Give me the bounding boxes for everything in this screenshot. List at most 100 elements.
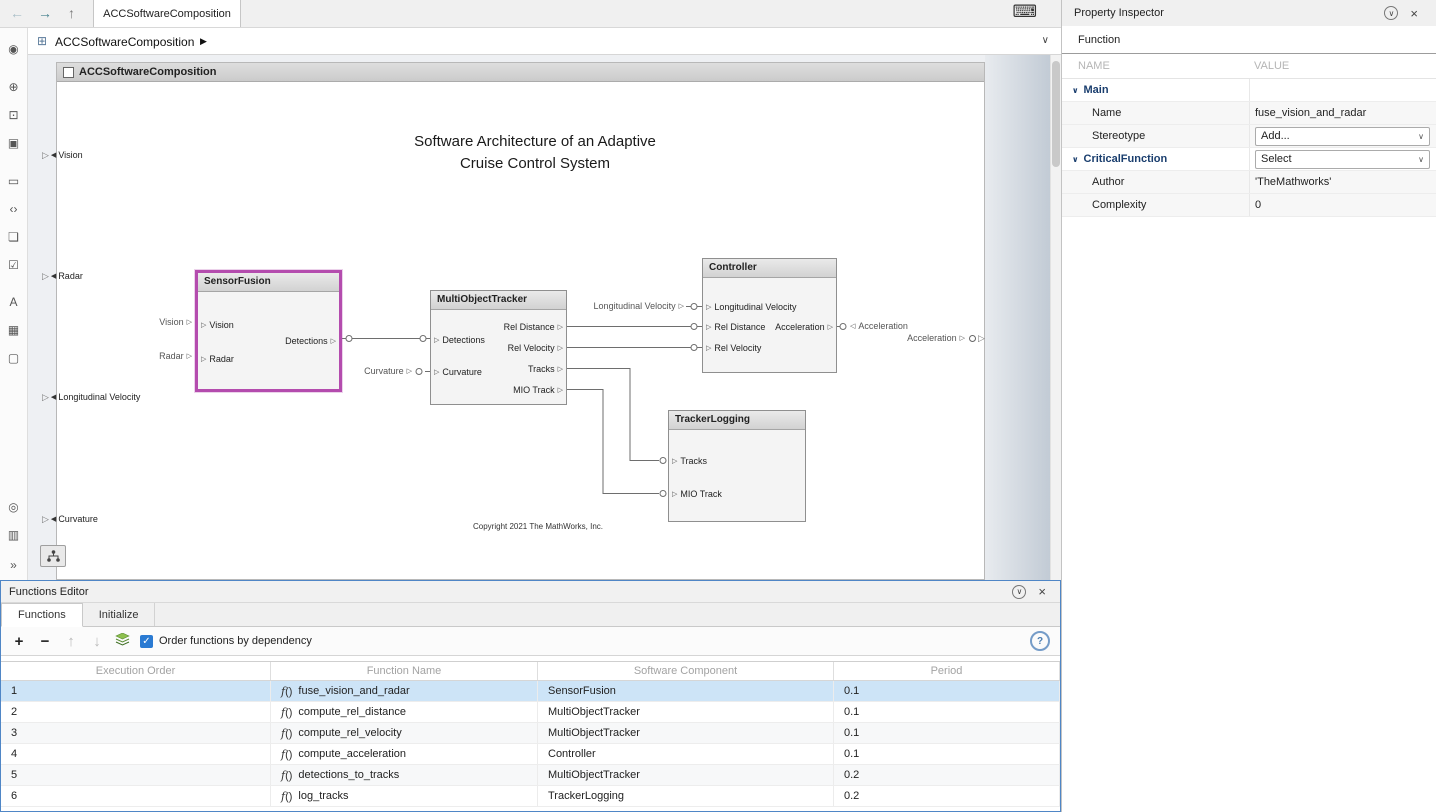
- function-name-cell: f()fuse_vision_and_radar: [271, 681, 538, 701]
- image-icon[interactable]: ▦: [0, 323, 27, 337]
- diagram-canvas[interactable]: ACCSoftwareComposition: [28, 55, 1050, 580]
- function-row[interactable]: 2f()compute_rel_distanceMultiObjectTrack…: [1, 702, 1060, 723]
- property-inspector-panel: Property Inspector ∨ × Function NAME VAL…: [1061, 0, 1436, 812]
- port-rel-distance[interactable]: Rel Distance▷: [504, 320, 563, 334]
- execution-order-cell: 1: [1, 681, 271, 701]
- breadcrumb-title[interactable]: ACCSoftwareComposition: [55, 35, 194, 49]
- tab-list-chevron-icon[interactable]: ∨: [1042, 35, 1049, 46]
- port-arrowhead-icon: ◀: [51, 152, 56, 159]
- output-port-acceleration[interactable]: ▷: [969, 331, 985, 345]
- author-value-field[interactable]: 'TheMathworks': [1249, 171, 1436, 193]
- function-row[interactable]: 6f()log_tracksTrackerLogging0.2: [1, 786, 1060, 807]
- port-rel-velocity[interactable]: ▷Rel Velocity: [706, 341, 761, 355]
- fit-to-view-icon[interactable]: ⊡: [0, 108, 27, 122]
- text-annotation-icon[interactable]: A: [0, 295, 27, 309]
- function-row[interactable]: 3f()compute_rel_velocityMultiObjectTrack…: [1, 723, 1060, 744]
- port-tracks[interactable]: ▷Tracks: [672, 454, 707, 468]
- tab-initialize[interactable]: Initialize: [83, 603, 156, 626]
- hierarchy-badge-button[interactable]: [40, 545, 66, 567]
- stereotype-dropdown[interactable]: Add... ∨: [1255, 127, 1430, 146]
- property-row-author[interactable]: Author 'TheMathworks': [1062, 171, 1436, 194]
- panel-collapse-icon[interactable]: ∨: [1384, 6, 1398, 20]
- software-component-cell: TrackerLogging: [538, 786, 834, 806]
- left-toolbar: ◉ ⊕ ⊡ ▣ ▭ ‹› ❏ ☑ A ▦ ▢ ◎ ▥ »: [0, 28, 28, 580]
- section-main[interactable]: ∨Main: [1062, 79, 1436, 102]
- function-name-cell: f()log_tracks: [271, 786, 538, 806]
- keyboard-icon[interactable]: ⌨: [1012, 2, 1037, 22]
- expand-toolbar-icon[interactable]: »: [0, 558, 27, 572]
- port-rel-velocity[interactable]: Rel Velocity▷: [508, 341, 563, 355]
- document-tab[interactable]: ACCSoftwareComposition: [93, 0, 241, 27]
- property-row-name[interactable]: Name fuse_vision_and_radar: [1062, 102, 1436, 125]
- back-arrow-icon[interactable]: ←: [10, 5, 24, 21]
- functions-table-body: 1f()fuse_vision_and_radarSensorFusion0.1…: [1, 681, 1060, 807]
- column-header-software-component[interactable]: Software Component: [538, 662, 834, 680]
- function-row[interactable]: 5f()detections_to_tracksMultiObjectTrack…: [1, 765, 1060, 786]
- column-header-function-name[interactable]: Function Name: [271, 662, 538, 680]
- property-inspector-titlebar: Property Inspector ∨ ×: [1062, 0, 1436, 26]
- add-function-button[interactable]: +: [11, 633, 27, 650]
- input-port-curvature[interactable]: ▷◀Curvature: [42, 512, 98, 526]
- input-port-radar[interactable]: ▷◀Radar: [42, 269, 83, 283]
- port-curvature[interactable]: ▷Curvature: [434, 365, 482, 379]
- component-controller[interactable]: Controller ▷Longitudinal Velocity ▷Rel D…: [702, 258, 837, 373]
- function-icon: f(): [281, 769, 292, 782]
- function-row[interactable]: 4f()compute_accelerationController0.1: [1, 744, 1060, 765]
- period-cell: 0.2: [834, 786, 1060, 806]
- property-row-complexity[interactable]: Complexity 0: [1062, 194, 1436, 217]
- function-icon: f(): [281, 748, 292, 761]
- port-vision[interactable]: ▷Vision: [201, 318, 234, 332]
- port-arrow-icon: ▷: [42, 393, 49, 402]
- property-row-stereotype[interactable]: Stereotype Add... ∨: [1062, 125, 1436, 148]
- annotation-image-icon[interactable]: ▣: [0, 136, 27, 150]
- tab-functions[interactable]: Functions: [1, 603, 83, 627]
- port-longitudinal-velocity[interactable]: ▷Longitudinal Velocity: [706, 300, 796, 314]
- screenshot-icon[interactable]: ◎: [0, 500, 27, 514]
- component-trackerlogging[interactable]: TrackerLogging ▷Tracks ▷MIO Track: [668, 410, 806, 522]
- input-port-vision[interactable]: ▷◀Vision: [42, 148, 83, 162]
- vertical-scrollbar[interactable]: [1050, 55, 1061, 580]
- input-port-longitudinal-velocity[interactable]: ▷◀Longitudinal Velocity: [42, 390, 140, 404]
- port-rel-distance[interactable]: ▷Rel Distance: [706, 320, 765, 334]
- port-mio-track[interactable]: MIO Track▷: [513, 383, 563, 397]
- move-up-button[interactable]: ↑: [63, 633, 79, 650]
- top-toolbar: ← → ↑ ACCSoftwareComposition ⌨: [0, 0, 1061, 28]
- function-row[interactable]: 1f()fuse_vision_and_radarSensorFusion0.1: [1, 681, 1060, 702]
- column-header-period[interactable]: Period: [834, 662, 1060, 680]
- breadcrumb-arrow-icon[interactable]: ▶: [200, 36, 207, 47]
- code-icon[interactable]: ‹›: [0, 202, 27, 216]
- help-icon[interactable]: ?: [1030, 631, 1050, 651]
- up-to-parent-icon[interactable]: ↑: [68, 5, 75, 21]
- port-mio-track[interactable]: ▷MIO Track: [672, 487, 722, 501]
- checkbox-annotation-icon[interactable]: ☑: [0, 258, 27, 272]
- zoom-icon[interactable]: ⊕: [0, 80, 27, 94]
- complexity-value-field[interactable]: 0: [1249, 194, 1436, 216]
- property-inspector-title: Property Inspector: [1074, 7, 1164, 19]
- section-criticalfunction[interactable]: ∨CriticalFunction Select ∨: [1062, 148, 1436, 171]
- area-annotation-icon[interactable]: ▢: [0, 351, 27, 365]
- port-detections[interactable]: ▷Detections: [434, 333, 485, 347]
- scrollbar-thumb[interactable]: [1052, 61, 1060, 167]
- component-sensorfusion[interactable]: SensorFusion ▷Vision ▷Radar Detections▷: [195, 270, 342, 392]
- port-acceleration[interactable]: Acceleration▷: [775, 320, 833, 334]
- panel-close-icon[interactable]: ×: [1410, 6, 1418, 21]
- order-by-dependency-checkbox[interactable]: ✓ Order functions by dependency: [140, 635, 312, 648]
- clipboard-icon[interactable]: ▥: [0, 528, 27, 542]
- copy-view-icon[interactable]: ❏: [0, 230, 27, 244]
- panel-close-icon[interactable]: ×: [1038, 584, 1046, 599]
- forward-arrow-icon[interactable]: →: [38, 5, 52, 21]
- port-detections[interactable]: Detections▷: [285, 334, 336, 348]
- column-header-execution-order[interactable]: Execution Order: [1, 662, 271, 680]
- panel-collapse-icon[interactable]: ∨: [1012, 585, 1026, 599]
- port-radar[interactable]: ▷Radar: [201, 352, 234, 366]
- viewport-icon[interactable]: ▭: [0, 174, 27, 188]
- criticalfunction-dropdown[interactable]: Select ∨: [1255, 150, 1430, 169]
- port-tracks[interactable]: Tracks▷: [528, 362, 563, 376]
- move-down-button[interactable]: ↓: [89, 633, 105, 650]
- remove-function-button[interactable]: −: [37, 633, 53, 650]
- update-diagram-button[interactable]: [115, 633, 130, 649]
- explore-icon[interactable]: ◉: [0, 42, 27, 56]
- software-component-cell: Controller: [538, 744, 834, 764]
- component-multiobjecttracker[interactable]: MultiObjectTracker ▷Detections ▷Curvatur…: [430, 290, 567, 405]
- name-value-field[interactable]: fuse_vision_and_radar: [1249, 102, 1436, 124]
